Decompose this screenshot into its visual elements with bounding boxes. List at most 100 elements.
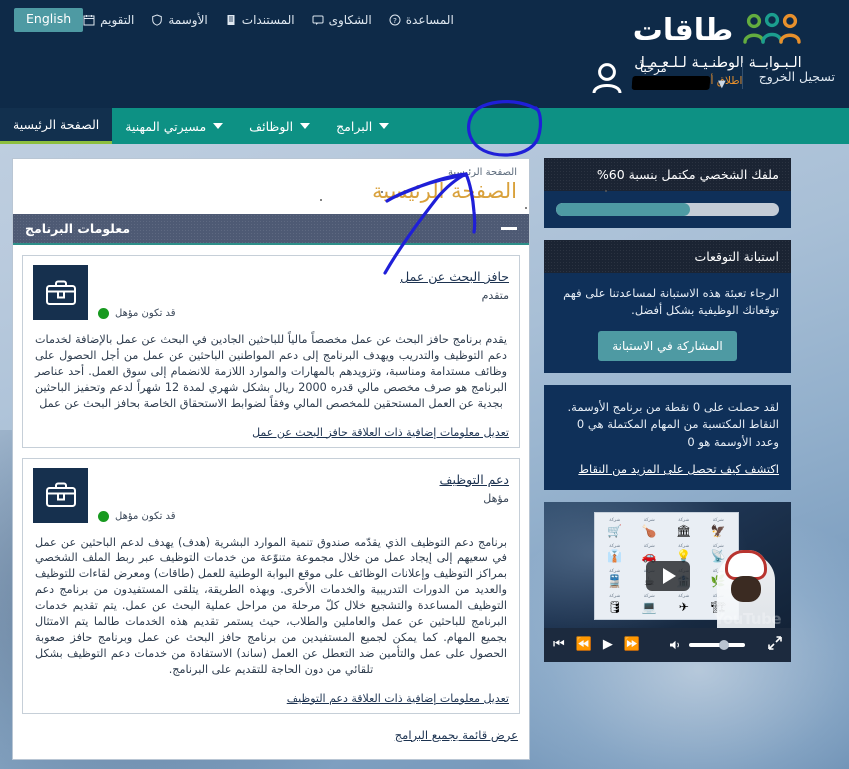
- rewind-icon[interactable]: ⏪: [576, 638, 592, 651]
- program-card-header: دعم التوظيف مؤهل قد تكون مؤهل: [33, 467, 510, 523]
- program-edit-link[interactable]: تعديل معلومات إضافية ذات العلاقة حافز ال…: [252, 426, 509, 439]
- thumbnail-tile: شركة 👔: [598, 541, 632, 565]
- tile-glyph-icon: 🦅: [710, 523, 726, 538]
- thumbnail-tile: شركة 🛢: [598, 592, 632, 616]
- program-description: برنامج دعم التوظيف الذي يقدّمه صندوق تنم…: [35, 535, 507, 676]
- thumbnail-tile: شركة 🍗: [633, 516, 667, 540]
- utility-link-documents[interactable]: المستندات: [225, 13, 295, 27]
- promo-video-player[interactable]: شركة 🦅 شركة 🏛 شركة 🍗 شركة 🛒 شركة 📡 شركة 💡 شركة…: [544, 501, 791, 662]
- main-navigation: الصفحة الرئيسية مسيرتي المهنية الوظائف ا…: [0, 108, 849, 144]
- user-bar: مرحباً ▼ تسجيل الخروج: [0, 52, 849, 100]
- previous-track-icon[interactable]: ⏮: [553, 638, 565, 651]
- tile-glyph-icon: ✈: [678, 599, 689, 614]
- program-name-link[interactable]: حافز البحث عن عمل: [400, 269, 509, 284]
- program-card: دعم التوظيف مؤهل قد تكون مؤهل برنامج دعم…: [22, 457, 520, 714]
- utility-link-help[interactable]: ? المساعدة: [389, 13, 454, 27]
- survey-title: استبانة التوقعات: [544, 240, 791, 273]
- page-speck: [525, 207, 527, 209]
- page-root: English التقويم الأوسمة المستندات الشكاو…: [0, 0, 849, 769]
- chevron-down-icon: [379, 123, 390, 129]
- nav-item-label: الوظائف: [249, 118, 294, 134]
- thumbnail-tile: شركة 🚆: [598, 566, 632, 590]
- badges-learn-more-link[interactable]: اكتشف كيف تحصل على المزيد من النقاط: [578, 462, 779, 476]
- panel-title: معلومات البرنامج: [25, 221, 131, 236]
- profile-completion-body: [544, 191, 791, 228]
- youtube-watermark: YouTube: [713, 609, 782, 628]
- badges-line-2: النقاط المكتسبة من المهام المكتملة هي 0 …: [576, 417, 779, 450]
- utility-link-badges[interactable]: الأوسمة: [151, 13, 208, 27]
- tile-glyph-icon: 🛒: [607, 523, 623, 538]
- program-eligibility: قد تكون مؤهل: [98, 510, 509, 522]
- program-status: مؤهل: [483, 491, 509, 505]
- page-speck: [320, 199, 322, 201]
- calendar-icon: [83, 14, 95, 26]
- tile-label: شركة: [609, 594, 621, 600]
- page-title: الصفحة الرئيسية: [372, 179, 517, 203]
- tile-glyph-icon: 🍗: [641, 523, 657, 538]
- nav-item-career[interactable]: مسيرتي المهنية: [112, 108, 236, 144]
- badges-line-1: لقد حصلت على 0 نقطة من برنامج الأوسمة.: [567, 399, 780, 414]
- breadcrumb: الصفحة الرئيسية: [448, 167, 517, 178]
- volume-slider-knob[interactable]: [719, 639, 730, 650]
- utility-link-label: الأوسمة: [168, 13, 208, 27]
- fast-forward-icon[interactable]: ⏩: [624, 638, 640, 651]
- document-icon: [225, 14, 237, 26]
- username-redacted: [631, 76, 711, 91]
- utility-link-label: الشكاوى: [328, 13, 372, 27]
- program-meta: حافز البحث عن عمل متقدم قد تكون مؤهل: [98, 265, 509, 319]
- profile-progress-bar: [556, 203, 779, 216]
- divider: [741, 63, 743, 89]
- survey-text: الرجاء تعبئة هذه الاستبانة لمساعدتنا على…: [563, 286, 779, 318]
- page-speck: [605, 190, 607, 192]
- tile-label: شركة: [643, 594, 655, 600]
- logout-link[interactable]: تسجيل الخروج: [759, 69, 835, 84]
- thumbnail-tile: شركة 🛒: [598, 516, 632, 540]
- nav-item-jobs[interactable]: الوظائف: [236, 108, 323, 144]
- profile-progress-fill: [556, 203, 690, 216]
- utility-link-label: المستندات: [241, 13, 295, 27]
- program-name-link[interactable]: دعم التوظيف: [440, 472, 510, 487]
- tile-glyph-icon: 🚆: [607, 574, 623, 589]
- chat-icon: [312, 14, 324, 26]
- main-content: الصفحة الرئيسية الصفحة الرئيسية معلومات …: [12, 158, 530, 760]
- nav-item-home[interactable]: الصفحة الرئيسية: [0, 108, 113, 144]
- survey-participate-button[interactable]: المشاركة في الاستبانة: [598, 330, 737, 361]
- sidebar: ملفك الشخصي مكتمل بنسبة 60% استبانة التو…: [544, 158, 791, 760]
- all-programs-link[interactable]: عرض قائمة بجميع البرامج: [395, 728, 518, 742]
- play-triangle-icon: [662, 567, 676, 584]
- survey-body: الرجاء تعبئة هذه الاستبانة لمساعدتنا على…: [544, 273, 791, 373]
- nav-spacer: [402, 108, 849, 144]
- program-edit-link[interactable]: تعديل معلومات إضافية ذات العلاقة دعم الت…: [287, 692, 509, 705]
- briefcase-icon: [33, 265, 88, 320]
- volume-control[interactable]: [669, 639, 746, 651]
- minimize-icon[interactable]: [501, 227, 517, 230]
- logo-row: طاقات: [603, 12, 833, 50]
- chevron-down-icon[interactable]: ▼: [718, 80, 726, 90]
- language-toggle-button[interactable]: English: [14, 8, 84, 32]
- video-play-overlay-button[interactable]: [645, 560, 690, 591]
- program-status: متقدم: [481, 289, 509, 302]
- survey-widget: استبانة التوقعات الرجاء تعبئة هذه الاستب…: [544, 240, 791, 373]
- volume-slider[interactable]: [689, 639, 746, 650]
- user-cluster[interactable]: مرحباً ▼ تسجيل الخروج: [590, 59, 835, 93]
- tile-glyph-icon: 📡: [710, 549, 726, 564]
- user-greeting-block: مرحباً: [631, 60, 711, 91]
- page-body: الصفحة الرئيسية الصفحة الرئيسية معلومات …: [0, 144, 849, 760]
- program-info-panel-body: حافز البحث عن عمل متقدم قد تكون مؤهل يقد…: [13, 245, 529, 759]
- utility-link-calendar[interactable]: التقويم: [83, 13, 134, 27]
- greeting-text: مرحباً: [640, 60, 667, 75]
- eligibility-label: قد تكون مؤهل: [115, 308, 176, 319]
- thumbnail-tile: شركة 🦅: [702, 516, 736, 540]
- volume-icon[interactable]: [669, 639, 683, 651]
- fullscreen-icon[interactable]: [768, 636, 782, 654]
- nav-item-programs[interactable]: البرامج: [323, 108, 402, 144]
- thumbnail-tile: شركة ✈: [667, 592, 701, 616]
- utility-link-complaints[interactable]: الشكاوى: [312, 13, 372, 27]
- play-icon[interactable]: ▶: [603, 638, 613, 651]
- chevron-down-icon: [213, 123, 224, 129]
- profile-completion-widget: ملفك الشخصي مكتمل بنسبة 60%: [544, 158, 791, 228]
- program-info-panel-header: معلومات البرنامج: [13, 214, 529, 245]
- nav-item-label: البرامج: [336, 118, 373, 134]
- profile-completion-title: ملفك الشخصي مكتمل بنسبة 60%: [544, 158, 791, 191]
- question-icon: ?: [389, 14, 401, 26]
